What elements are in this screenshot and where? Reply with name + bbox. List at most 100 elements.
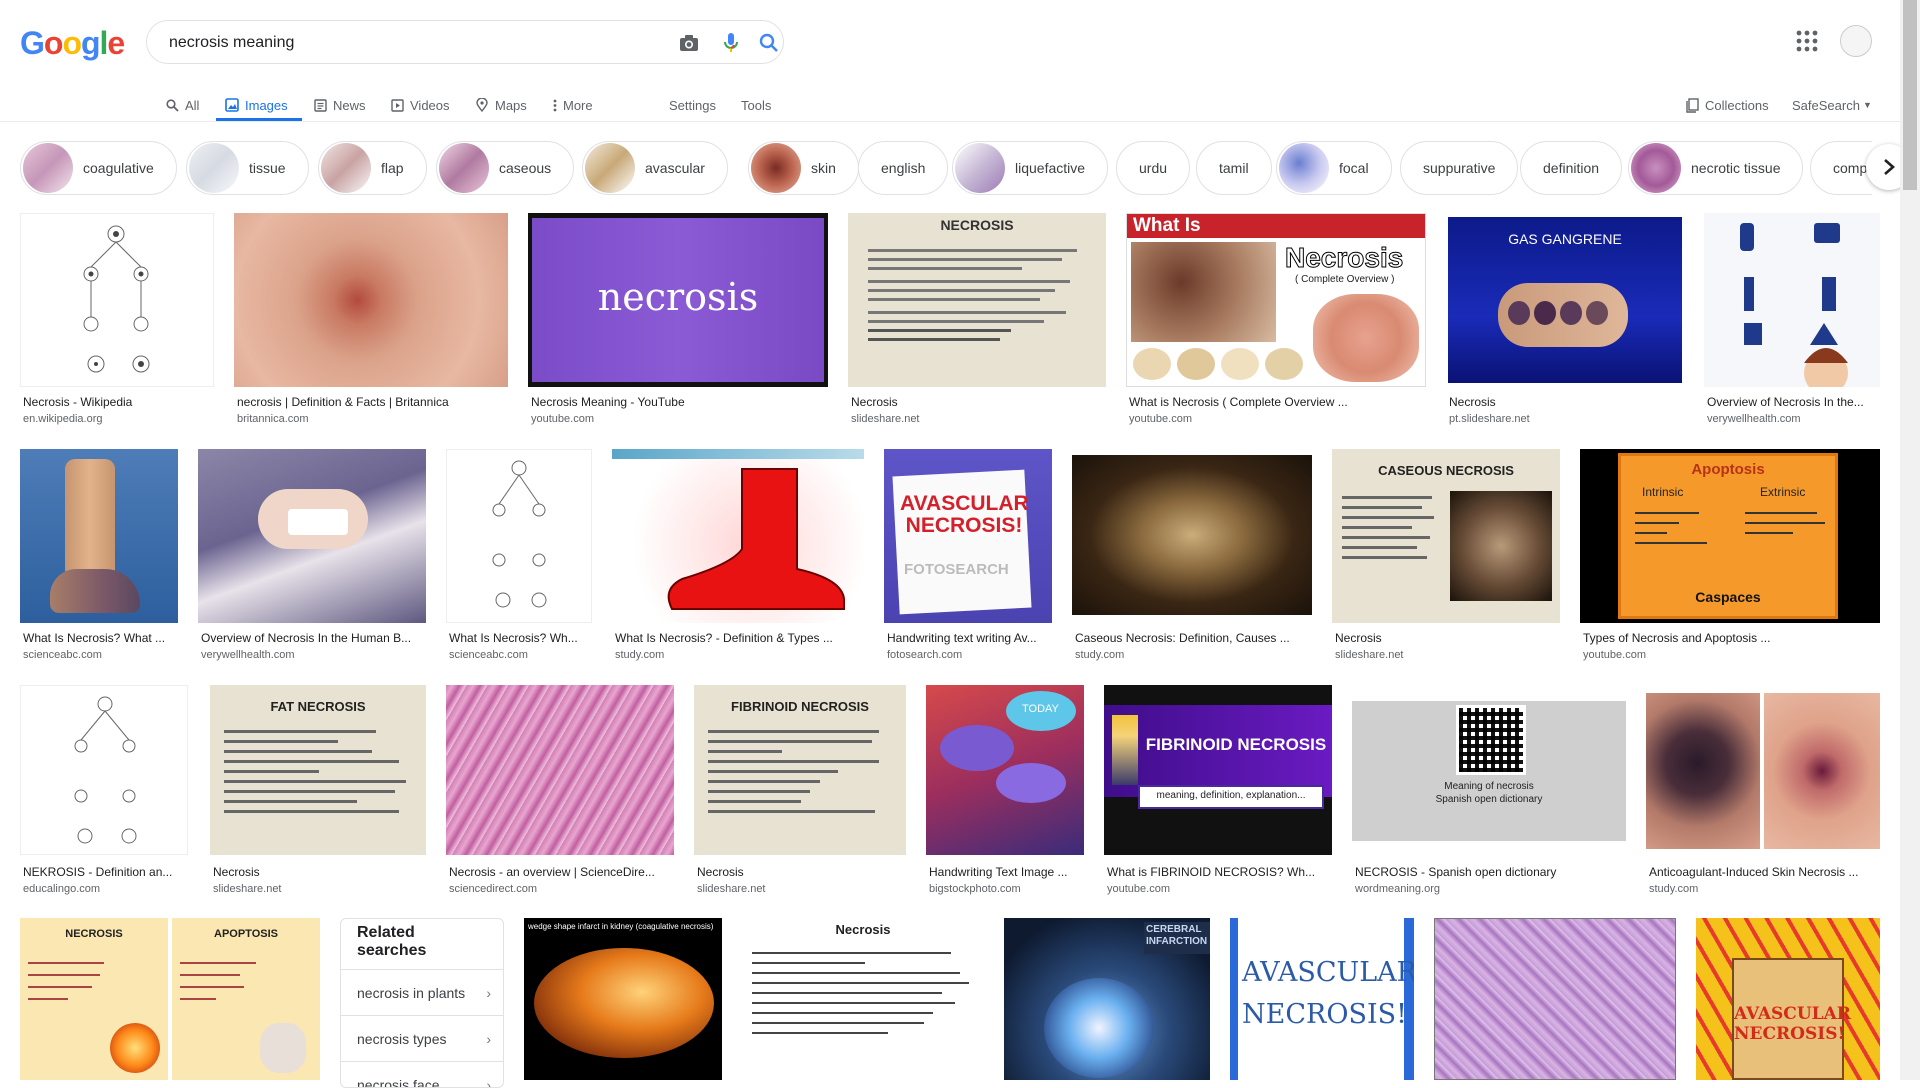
result-title: Necrosis - an overview | ScienceDire... bbox=[449, 865, 673, 879]
chip-label: english bbox=[859, 160, 947, 176]
microphone-icon[interactable] bbox=[719, 31, 743, 55]
tab-videos[interactable]: Videos bbox=[391, 90, 450, 120]
chip-label: definition bbox=[1521, 160, 1621, 176]
result-site: britannica.com bbox=[237, 413, 507, 425]
result-title: Anticoagulant-Induced Skin Necrosis ... bbox=[1649, 865, 1879, 879]
related-item-label: necrosis in plants bbox=[357, 985, 465, 1001]
result-image: AVASCULAR NECROSIS! bbox=[1696, 918, 1880, 1080]
tab-all[interactable]: All bbox=[166, 90, 199, 120]
safesearch-toggle[interactable]: SafeSearch ▼ bbox=[1792, 90, 1872, 120]
tools-link[interactable]: Tools bbox=[741, 90, 771, 120]
image-caption: CEREBRAL INFARCTION bbox=[1146, 924, 1210, 948]
chip-label: suppurative bbox=[1401, 160, 1517, 176]
apps-grid-icon[interactable] bbox=[1796, 30, 1818, 52]
result-title: What is FIBRINOID NECROSIS? Wh... bbox=[1107, 865, 1331, 879]
chevron-right-icon: › bbox=[486, 985, 491, 1001]
image-caption: ( Complete Overview ) bbox=[1295, 274, 1394, 285]
image-caption: Necrosis bbox=[742, 922, 984, 937]
related-item-label: necrosis types bbox=[357, 1031, 446, 1047]
result-site: scienceabc.com bbox=[23, 649, 177, 661]
result-title: Caseous Necrosis: Definition, Causes ... bbox=[1075, 631, 1311, 645]
result-title: Overview of Necrosis In the Human B... bbox=[201, 631, 425, 645]
search-icon[interactable] bbox=[757, 31, 781, 55]
chip-thumbnail bbox=[751, 143, 801, 193]
chip-urdu[interactable]: urdu bbox=[1116, 141, 1190, 195]
chip-caseous[interactable]: caseous bbox=[436, 141, 574, 195]
result-title: Necrosis bbox=[1449, 395, 1683, 409]
result-site: slideshare.net bbox=[697, 883, 905, 895]
google-logo[interactable]: Google bbox=[20, 25, 124, 62]
image-caption: NECROSIS bbox=[20, 928, 168, 940]
image-caption: Meaning of necrosis bbox=[1352, 781, 1626, 792]
collections-link[interactable]: Collections bbox=[1686, 90, 1769, 120]
chevron-right-icon: › bbox=[486, 1077, 491, 1088]
chip-coagulative[interactable]: coagulative bbox=[20, 141, 177, 195]
chip-focal[interactable]: focal bbox=[1276, 141, 1392, 195]
settings-link[interactable]: Settings bbox=[669, 90, 716, 120]
chip-label: skin bbox=[811, 160, 858, 176]
chip-liquefactive[interactable]: liquefactive bbox=[952, 141, 1108, 195]
result-image: TODAY bbox=[926, 685, 1084, 855]
chip-label: urdu bbox=[1117, 160, 1189, 176]
related-searches-card: Related searches necrosis in plants› nec… bbox=[340, 918, 504, 1088]
result-image bbox=[20, 449, 178, 623]
image-caption: AVASCULAR NECROSIS! bbox=[1242, 952, 1404, 1036]
result-title: NECROSIS - Spanish open dictionary bbox=[1355, 865, 1625, 879]
chip-thumbnail bbox=[439, 143, 489, 193]
camera-icon[interactable] bbox=[677, 31, 701, 55]
result-title: Necrosis - Wikipedia bbox=[23, 395, 213, 409]
chip-definition[interactable]: definition bbox=[1520, 141, 1622, 195]
image-caption: Caspaces bbox=[1618, 589, 1838, 605]
chip-avascular[interactable]: avascular bbox=[582, 141, 728, 195]
chevron-right-icon bbox=[1882, 158, 1896, 176]
result-title: Types of Necrosis and Apoptosis ... bbox=[1583, 631, 1879, 645]
image-caption: meaning, definition, explanation... bbox=[1138, 790, 1324, 801]
result-site: verywellhealth.com bbox=[201, 649, 425, 661]
chip-tissue[interactable]: tissue bbox=[186, 141, 309, 195]
chip-skin[interactable]: skin bbox=[748, 141, 859, 195]
chip-thumbnail bbox=[23, 143, 73, 193]
map-pin-icon bbox=[475, 98, 489, 112]
more-vert-icon bbox=[553, 99, 557, 112]
result-site: study.com bbox=[615, 649, 863, 661]
result-title: Necrosis bbox=[213, 865, 425, 879]
tab-maps[interactable]: Maps bbox=[475, 90, 527, 120]
chip-label: focal bbox=[1339, 160, 1391, 176]
result-title: What Is Necrosis? What ... bbox=[23, 631, 177, 645]
collections-icon bbox=[1686, 98, 1699, 113]
chip-necrotic-tissue[interactable]: necrotic tissue bbox=[1628, 141, 1803, 195]
image-caption: AVASCULAR NECROSIS! bbox=[900, 493, 1028, 537]
chip-english[interactable]: english bbox=[858, 141, 948, 195]
result-site: slideshare.net bbox=[851, 413, 1105, 425]
result-image: Meaning of necrosis Spanish open diction… bbox=[1352, 685, 1626, 855]
result-image bbox=[20, 213, 214, 387]
image-caption: AVASCULAR NECROSIS! bbox=[1734, 1004, 1842, 1044]
scrollbar-thumb[interactable] bbox=[1903, 0, 1917, 190]
chip-suppurative[interactable]: suppurative bbox=[1400, 141, 1518, 195]
result-title: Necrosis bbox=[697, 865, 905, 879]
related-item[interactable]: necrosis types › bbox=[341, 1015, 504, 1061]
chip-label: coagulative bbox=[83, 160, 176, 176]
tab-images[interactable]: Images bbox=[225, 90, 288, 120]
result-title: Handwriting Text Image ... bbox=[929, 865, 1083, 879]
search-box bbox=[146, 20, 784, 64]
search-input[interactable] bbox=[167, 31, 651, 55]
related-item[interactable]: necrosis face› bbox=[341, 1061, 504, 1088]
chip-flap[interactable]: flap bbox=[318, 141, 427, 195]
related-item[interactable]: necrosis in plants › bbox=[341, 969, 504, 1015]
result-site: verywellhealth.com bbox=[1707, 413, 1879, 425]
result-site: slideshare.net bbox=[213, 883, 425, 895]
result-site: educalingo.com bbox=[23, 883, 187, 895]
chevron-right-icon: › bbox=[486, 1031, 491, 1047]
chip-tamil[interactable]: tamil bbox=[1196, 141, 1272, 195]
tab-news[interactable]: News bbox=[314, 90, 366, 120]
result-site: study.com bbox=[1075, 649, 1311, 661]
result-site: wordmeaning.org bbox=[1355, 883, 1625, 895]
tab-more[interactable]: More bbox=[553, 90, 593, 120]
image-caption: Necrosis bbox=[1285, 242, 1403, 274]
chip-comp[interactable]: comp bbox=[1810, 141, 1872, 195]
chip-label: tissue bbox=[249, 160, 308, 176]
image-caption: Extrinsic bbox=[1760, 485, 1805, 499]
account-avatar[interactable] bbox=[1840, 25, 1872, 57]
chip-thumbnail bbox=[189, 143, 239, 193]
